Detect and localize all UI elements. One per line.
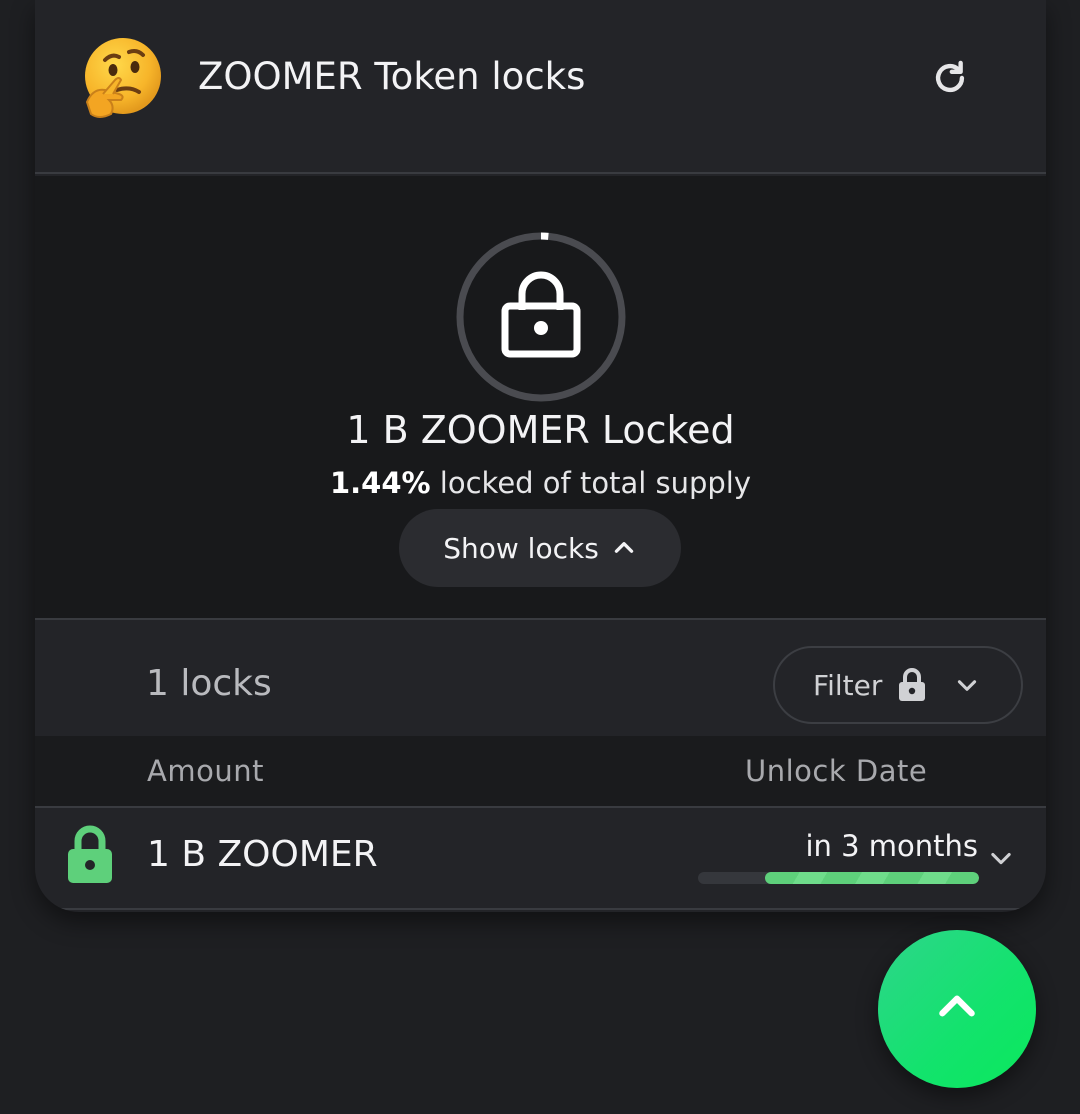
column-header-amount: Amount: [147, 754, 264, 788]
show-locks-label: Show locks: [443, 531, 599, 565]
chevron-up-icon: [614, 542, 633, 553]
unlock-progress-bar: [698, 872, 979, 884]
filter-label: Filter: [813, 668, 883, 702]
card-header: ZOOMER Token locks: [35, 0, 1046, 174]
table-row[interactable]: 1 B ZOOMER in 3 months: [35, 810, 1046, 910]
locked-suffix: locked of total supply: [430, 466, 752, 500]
show-locks-button[interactable]: Show locks: [399, 509, 681, 587]
locked-amount: 1 B ZOOMER Locked: [346, 408, 735, 452]
page-title: ZOOMER Token locks: [198, 55, 586, 98]
lock-icon: [501, 271, 581, 358]
locks-summary: 1 B ZOOMER Locked 1.44% locked of total …: [35, 176, 1046, 620]
lock-icon: [68, 825, 112, 883]
locked-supply-text: 1.44% locked of total supply: [35, 462, 1046, 504]
table-header: Amount Unlock Date: [35, 736, 1046, 808]
row-unlock-date: in 3 months: [805, 829, 978, 863]
locked-supply-ring: [456, 232, 626, 402]
filter-button[interactable]: Filter: [773, 646, 1023, 724]
refresh-icon[interactable]: [928, 56, 972, 100]
unlock-progress-fill: [765, 872, 979, 884]
chevron-up-icon: [939, 995, 975, 1017]
locks-count-row: 1 locks Filter: [35, 622, 1046, 736]
chevron-down-icon: [958, 680, 977, 691]
lock-icon: [899, 668, 926, 701]
column-header-unlock-date: Unlock Date: [745, 754, 928, 788]
row-amount: 1 B ZOOMER: [147, 834, 378, 875]
token-locks-card: ZOOMER Token locks 1 B ZOOMER Locked 1.4…: [35, 0, 1046, 912]
chevron-down-icon[interactable]: [987, 844, 1015, 872]
locked-percent: 1.44%: [329, 466, 431, 500]
thinking-face-icon: [85, 38, 161, 118]
scroll-to-top-button[interactable]: [878, 930, 1036, 1088]
locks-count: 1 locks: [146, 663, 272, 704]
